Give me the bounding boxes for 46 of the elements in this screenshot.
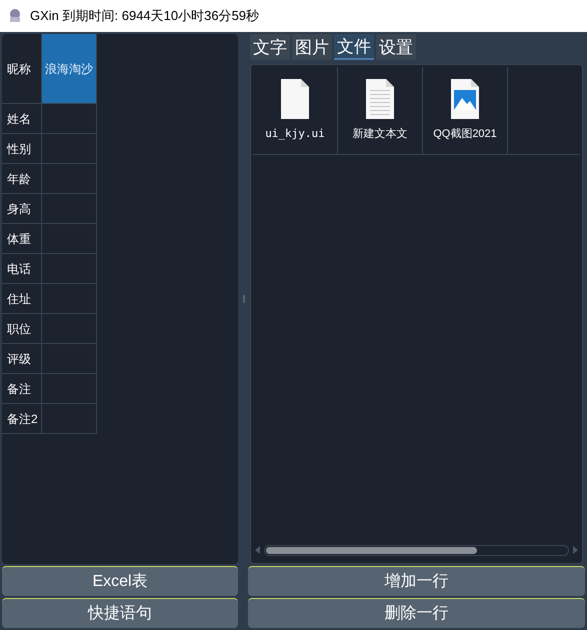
field-label: 体重 (2, 224, 42, 254)
action-button[interactable]: 快捷语句 (2, 598, 238, 628)
tab[interactable]: 设置 (376, 34, 416, 60)
field-value[interactable] (42, 314, 97, 344)
window-title: GXin 到期时间: 6944天10小时36分59秒 (30, 7, 260, 26)
tab[interactable]: 图片 (292, 34, 332, 60)
field-value[interactable] (42, 164, 97, 194)
image-file-icon (449, 78, 481, 120)
field-value[interactable] (42, 194, 97, 224)
field-value[interactable] (42, 134, 97, 164)
field-label: 性别 (2, 134, 42, 164)
field-label: 姓名 (2, 104, 42, 134)
field-label: 年龄 (2, 164, 42, 194)
field-value[interactable] (42, 344, 97, 374)
field-value[interactable] (42, 284, 97, 314)
app-icon (8, 8, 22, 24)
tab[interactable]: 文字 (250, 34, 290, 60)
file-name: 新建文本文 (352, 126, 408, 142)
field-label: 身高 (2, 194, 42, 224)
field-label: 职位 (2, 314, 42, 344)
scroll-right-icon[interactable] (573, 546, 578, 554)
file-item[interactable]: 新建文本文 (338, 67, 423, 154)
field-value[interactable] (42, 224, 97, 254)
scroll-left-icon[interactable] (255, 546, 260, 554)
splitter-handle[interactable] (243, 295, 245, 303)
file-item[interactable]: QQ截图2021 (423, 67, 508, 154)
field-value[interactable]: 浪海淘沙 (42, 34, 97, 104)
file-name: QQ截图2021 (433, 127, 497, 142)
file-item[interactable]: ui_kjy.ui (253, 67, 338, 154)
field-value[interactable] (42, 254, 97, 284)
field-label: 备注 (2, 374, 42, 404)
blank-file-icon (279, 78, 311, 120)
field-label: 电话 (2, 254, 42, 284)
horizontal-scrollbar[interactable] (264, 544, 569, 556)
action-button[interactable]: Excel表 (2, 566, 238, 596)
file-name: ui_kjy.ui (265, 126, 325, 142)
action-button[interactable]: 增加一行 (248, 566, 585, 596)
text-file-icon (364, 78, 396, 120)
field-label: 住址 (2, 284, 42, 314)
field-value[interactable] (42, 404, 97, 434)
field-value[interactable] (42, 104, 97, 134)
field-label: 评级 (2, 344, 42, 374)
field-value[interactable] (42, 374, 97, 404)
field-label: 备注2 (2, 404, 42, 434)
tab[interactable]: 文件 (334, 34, 374, 60)
action-button[interactable]: 删除一行 (248, 598, 585, 628)
